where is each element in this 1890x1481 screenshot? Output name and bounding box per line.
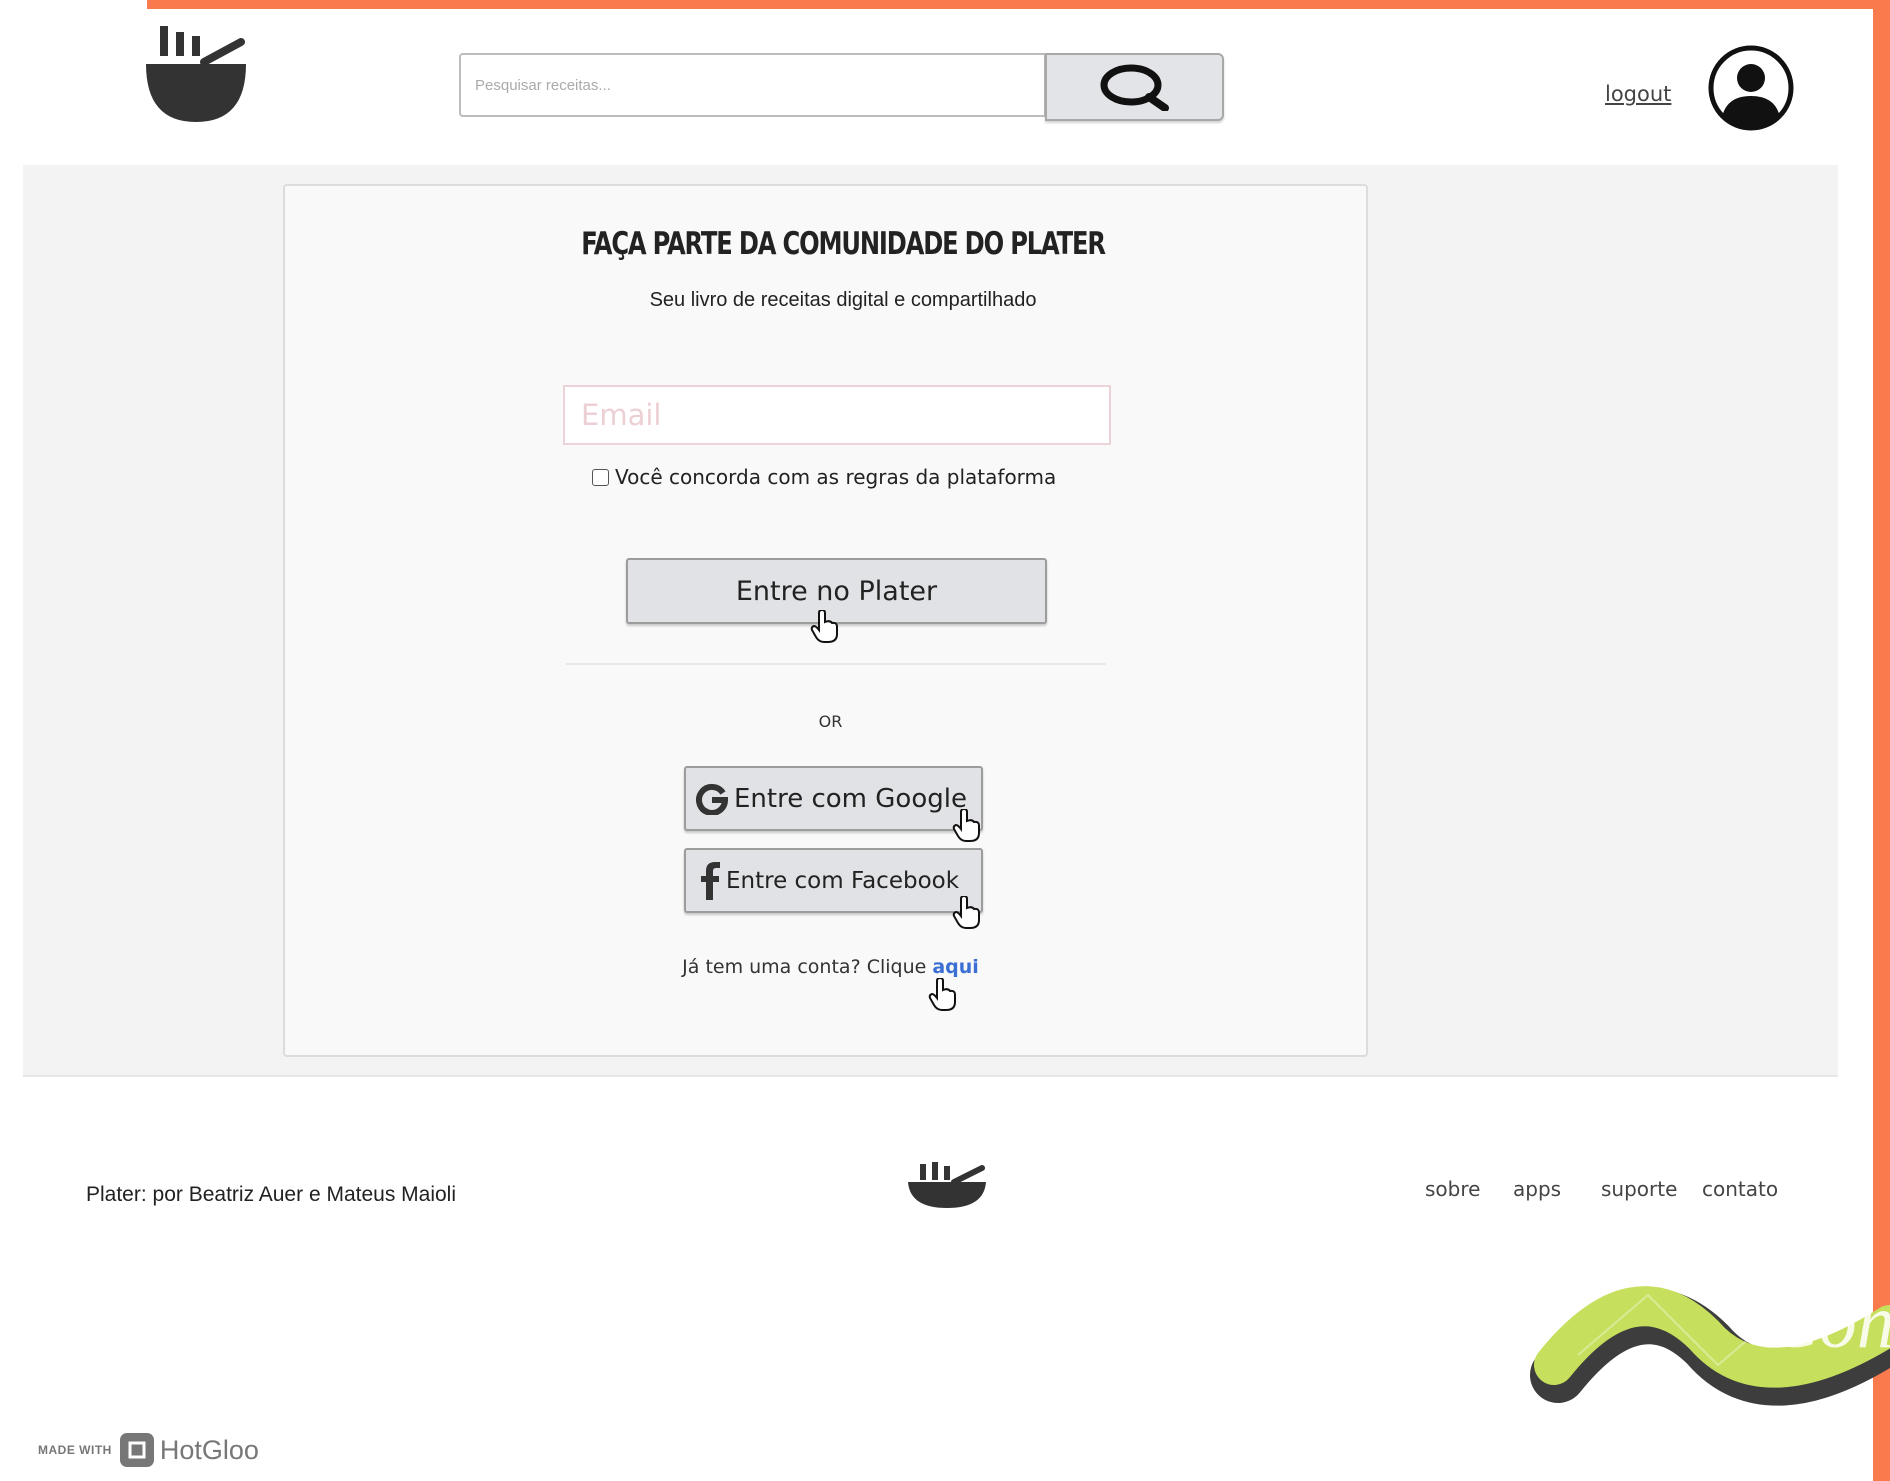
hotgloo-logo-icon — [119, 1433, 154, 1467]
logout-link[interactable]: logout — [1605, 82, 1671, 106]
decorative-script-text: Con — [1768, 1280, 1890, 1364]
search-bar — [459, 53, 1224, 121]
made-with-badge[interactable]: MADE WITH HotGloo — [38, 1433, 259, 1467]
email-field[interactable] — [563, 385, 1111, 445]
search-input[interactable] — [459, 53, 1046, 117]
frame-right-edge — [1873, 0, 1890, 1481]
plater-logo-icon[interactable] — [146, 24, 246, 124]
enter-button-label: Entre no Plater — [735, 575, 938, 607]
hand-cursor-icon — [928, 978, 956, 1011]
search-button[interactable] — [1045, 53, 1224, 121]
agree-checkbox[interactable] — [592, 469, 609, 486]
footer-link-sobre[interactable]: sobre — [1425, 1177, 1480, 1201]
made-with-brand: HotGloo — [159, 1434, 259, 1465]
hand-cursor-icon — [810, 610, 838, 643]
hand-cursor-icon — [952, 809, 980, 842]
footer-credit: Plater: por Beatriz Auer e Mateus Maioli — [86, 1183, 457, 1206]
google-icon — [696, 783, 728, 815]
divider — [566, 663, 1106, 665]
login-link[interactable]: aqui — [932, 956, 978, 978]
google-login-label: Entre com Google — [734, 783, 967, 814]
page-subtitle: Seu livro de receitas digital e comparti… — [649, 289, 1037, 311]
facebook-icon — [700, 861, 720, 900]
facebook-login-label: Entre com Facebook — [726, 867, 960, 894]
search-icon — [1100, 64, 1169, 111]
footer-link-suporte[interactable]: suporte — [1601, 1177, 1677, 1201]
user-avatar-icon[interactable] — [1707, 44, 1795, 132]
facebook-login-button[interactable]: Entre com Facebook — [684, 848, 983, 913]
made-with-label: MADE WITH — [38, 1443, 112, 1457]
page-title: FAÇA PARTE DA COMUNIDADE DO PLATER — [581, 226, 1106, 262]
decorative-squiggle: Con — [1530, 1280, 1890, 1406]
login-prompt: Já tem uma conta? Clique aqui — [283, 956, 1378, 978]
or-separator: OR — [818, 712, 843, 731]
google-login-button[interactable]: Entre com Google — [684, 766, 983, 831]
footer-link-contato[interactable]: contato — [1702, 1177, 1778, 1201]
frame-top-edge — [147, 0, 1890, 9]
agree-label: Você concorda com as regras da plataform… — [615, 465, 1057, 489]
plater-footer-logo-icon — [908, 1162, 986, 1208]
footer-link-apps[interactable]: apps — [1513, 1177, 1561, 1201]
login-prompt-text: Já tem uma conta? Clique — [682, 956, 933, 978]
hand-cursor-icon — [952, 896, 980, 929]
